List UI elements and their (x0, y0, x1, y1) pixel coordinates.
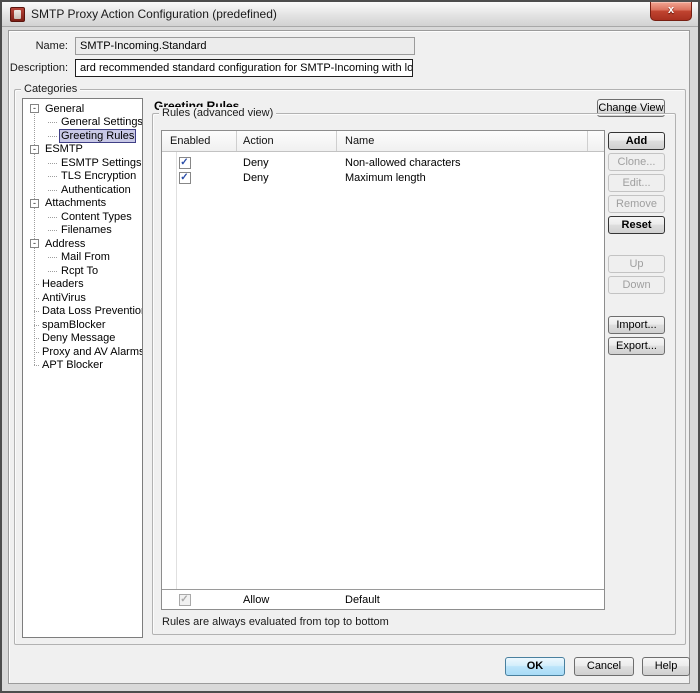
down-button: Down (608, 276, 665, 294)
close-icon[interactable]: x (650, 2, 692, 21)
tree-item-headers[interactable]: Headers (23, 278, 142, 292)
rule-name: Default (345, 593, 380, 606)
tree-item-authentication[interactable]: Authentication (23, 183, 142, 197)
table-gridline (176, 152, 177, 609)
reset-button[interactable]: Reset (608, 216, 665, 234)
up-button: Up (608, 255, 665, 273)
enabled-checkbox[interactable]: ✓ (178, 171, 191, 184)
tree-item-esmtp-settings[interactable]: ESMTP Settings (23, 156, 142, 170)
tree-item-spamblocker[interactable]: spamBlocker (23, 318, 142, 332)
tree-item-general-settings[interactable]: General Settings (23, 116, 142, 130)
ok-button[interactable]: OK (505, 657, 565, 676)
rule-action: Allow (243, 593, 270, 606)
clone-button: Clone... (608, 153, 665, 171)
enabled-checkbox[interactable]: ✓ (178, 156, 191, 169)
tree-item-proxy-av-alarms[interactable]: Proxy and AV Alarms (23, 345, 142, 359)
add-button[interactable]: Add (608, 132, 665, 150)
column-header-enabled[interactable]: Enabled (162, 131, 237, 151)
collapse-icon[interactable]: - (30, 198, 39, 208)
import-button[interactable]: Import... (608, 316, 665, 334)
title-bar[interactable]: SMTP Proxy Action Configuration (predefi… (2, 2, 698, 27)
table-row[interactable]: ✓ Deny Maximum length (162, 170, 604, 185)
app-icon (10, 6, 25, 22)
tree-item-filenames[interactable]: Filenames (23, 224, 142, 238)
rule-action: Deny (243, 156, 269, 169)
tree-item-tls-encryption[interactable]: TLS Encryption (23, 170, 142, 184)
description-label: Description: (9, 62, 68, 74)
enabled-checkbox-disabled: ✓ (178, 593, 191, 606)
name-label: Name: (35, 40, 68, 52)
rule-action: Deny (243, 171, 269, 184)
rule-name: Maximum length (345, 171, 426, 184)
tree-item-address[interactable]: - Address (23, 237, 142, 251)
table-header: Enabled Action Name (162, 131, 604, 152)
tree-item-attachments[interactable]: - Attachments (23, 197, 142, 211)
tree-item-rcpt-to[interactable]: Rcpt To (23, 264, 142, 278)
tree-item-apt-blocker[interactable]: APT Blocker (23, 359, 142, 373)
column-header-name[interactable]: Name (337, 131, 587, 151)
column-header-cap (587, 131, 604, 151)
help-button[interactable]: Help (642, 657, 690, 676)
tree-item-antivirus[interactable]: AntiVirus (23, 291, 142, 305)
collapse-icon[interactable]: - (30, 239, 39, 249)
tree-item-deny-message[interactable]: Deny Message (23, 332, 142, 346)
categories-group-label: Categories (21, 83, 81, 96)
cancel-button[interactable]: Cancel (574, 657, 634, 676)
description-field[interactable]: ard recommended standard configuration f… (75, 59, 413, 77)
window-title: SMTP Proxy Action Configuration (predefi… (31, 7, 277, 21)
edit-button: Edit... (608, 174, 665, 192)
collapse-icon[interactable]: - (30, 144, 39, 154)
table-row[interactable]: ✓ Deny Non-allowed characters (162, 155, 604, 170)
rules-group-label: Rules (advanced view) (159, 107, 277, 120)
remove-button: Remove (608, 195, 665, 213)
tree-item-esmtp[interactable]: - ESMTP (23, 143, 142, 157)
rules-footnote: Rules are always evaluated from top to b… (162, 616, 389, 628)
name-field[interactable]: SMTP-Incoming.Standard (75, 37, 415, 55)
collapse-icon[interactable]: - (30, 104, 39, 114)
rules-table: Enabled Action Name ✓ Deny Non-allowed c… (161, 130, 605, 610)
tree-item-greeting-rules[interactable]: Greeting Rules (23, 128, 142, 143)
rule-name: Non-allowed characters (345, 156, 461, 169)
default-rule-row: ✓ Allow Default (162, 589, 604, 609)
export-button[interactable]: Export... (608, 337, 665, 355)
tree-item-general[interactable]: - General (23, 102, 142, 116)
column-header-action[interactable]: Action (237, 131, 337, 151)
categories-tree: - General General Settings Greeting Rule… (22, 98, 143, 638)
tree-item-data-loss-prevention[interactable]: Data Loss Prevention (23, 305, 142, 319)
dialog-window: SMTP Proxy Action Configuration (predefi… (0, 0, 700, 693)
tree-item-mail-from[interactable]: Mail From (23, 251, 142, 265)
tree-item-content-types[interactable]: Content Types (23, 210, 142, 224)
